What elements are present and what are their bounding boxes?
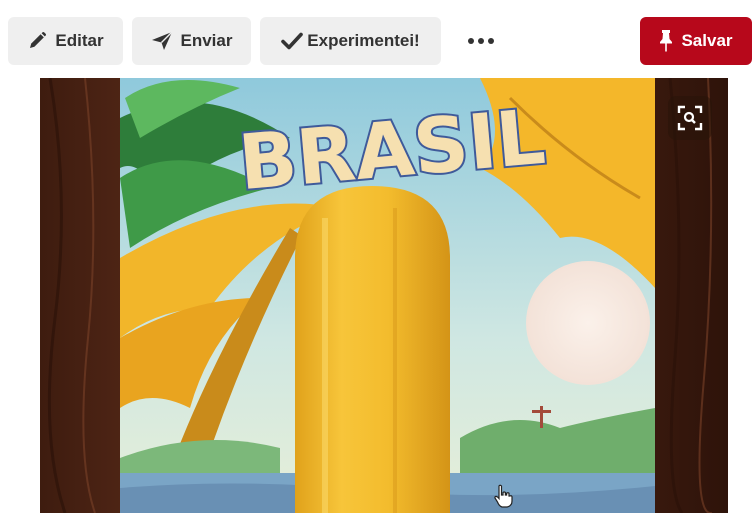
checkmark-icon bbox=[281, 32, 304, 50]
pin-image[interactable]: BRASIL bbox=[40, 78, 728, 513]
pin-toolbar: Editar Enviar Experimentei! Salvar bbox=[0, 0, 753, 75]
tried-it-button-label: Experimentei! bbox=[307, 31, 420, 50]
visual-search-icon bbox=[677, 105, 703, 131]
edit-button-label: Editar bbox=[55, 31, 104, 50]
brasil-poster-illustration: BRASIL bbox=[40, 78, 728, 513]
send-button[interactable]: Enviar bbox=[132, 17, 251, 65]
tried-it-button[interactable]: Experimentei! bbox=[260, 17, 441, 65]
edit-button[interactable]: Editar bbox=[8, 17, 123, 65]
ellipsis-icon bbox=[468, 38, 494, 44]
send-button-label: Enviar bbox=[180, 31, 233, 50]
pin-icon bbox=[660, 30, 673, 52]
paper-plane-icon bbox=[151, 31, 172, 50]
save-button-label: Salvar bbox=[681, 31, 733, 50]
hand-cursor-icon bbox=[494, 484, 513, 508]
save-button[interactable]: Salvar bbox=[640, 17, 752, 65]
visual-search-button[interactable] bbox=[668, 96, 712, 140]
more-options-button[interactable] bbox=[455, 17, 507, 65]
pencil-icon bbox=[30, 31, 47, 48]
